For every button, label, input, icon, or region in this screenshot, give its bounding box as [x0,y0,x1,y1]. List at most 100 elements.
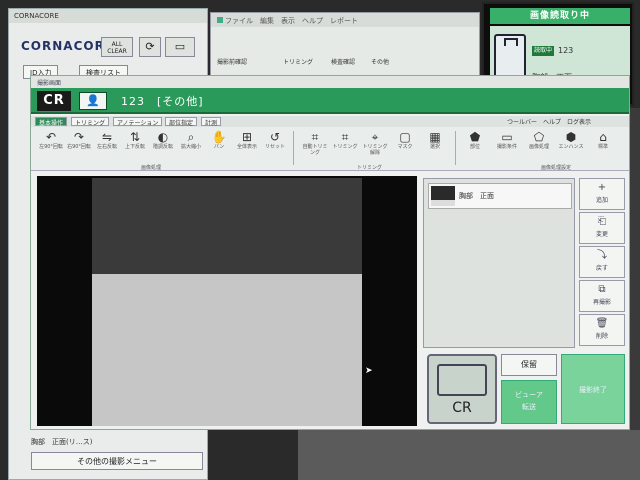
cassette-handle [504,38,518,46]
function-tabs: 基本操作 トリミング アノテーション 部位指定 計測 つールバー ヘルプ ログ表… [31,116,629,127]
tool-button[interactable]: ⊞ 全体表示 [233,130,261,166]
thumbnail-item[interactable]: 胸部 正面 [428,183,572,209]
bg-tab-2[interactable]: トリミング [283,57,313,67]
toolbar-separator [455,131,456,165]
patient-bar: CR 👤 123 [その他] [31,88,629,114]
patient-info-button[interactable]: 👤 [79,92,107,110]
hold-button[interactable]: 保留 [501,354,557,376]
viewer-transfer-button[interactable]: ビューア 転送 [501,380,557,424]
tool-button[interactable]: ⌗ 自動トリミング [301,130,329,166]
tool-button[interactable]: ↶ 左90°回転 [37,130,65,166]
add-label: 追加 [595,197,608,204]
tool-icon: ⌂ [599,130,607,144]
tool-label: 標準 [597,144,608,150]
change-label: 変更 [595,231,608,238]
tool-button[interactable]: ▭ 撮影条件 [493,130,521,166]
tool-button[interactable]: ▦ 選択 [421,130,449,166]
capture-window-title: 撮影画面 [31,76,629,88]
other-exam-menu-button[interactable]: その他の撮影メニュー [31,452,203,470]
tool-button[interactable]: ⇅ 上下反転 [121,130,149,166]
undo-button[interactable]: ⤵ 戻す [579,246,625,278]
device-icon: ▭ [174,40,186,53]
tool-icon: ⌗ [341,130,349,144]
tab-basic[interactable]: 基本操作 [35,117,68,127]
trash-icon: 🗑 [595,318,609,329]
change-button[interactable]: ⎗ 変更 [579,212,625,244]
tool-icon: ⌖ [371,130,379,144]
tool-icon: ↶ [45,130,57,144]
tab-measure[interactable]: 計測 [201,117,222,127]
reading-status-badge: 読取中 [532,46,554,56]
background-gray-strip [298,430,640,480]
device-button[interactable]: ▭ [165,37,195,57]
bg-tab-3[interactable]: 検査確認 [331,57,355,67]
tool-button[interactable]: ⬢ エンハンス [557,130,585,166]
tool-label: 左90°回転 [39,144,63,150]
thumbnail-label: 胸部 正面 [459,192,494,200]
delete-button[interactable]: 🗑 削除 [579,314,625,346]
background-right-menu-text: ファイル 編集 表示 ヘルプ レポート [225,17,358,25]
tool-label: リセット [264,144,285,150]
tool-button[interactable]: ▢ マスク [391,130,419,166]
tool-button[interactable]: ◐ 階調反転 [149,130,177,166]
tool-icon: ⬟ [469,130,481,144]
thumbnail-list: 胸部 正面 [423,178,575,348]
tab-part[interactable]: 部位指定 [165,117,198,127]
tool-label: 自動トリミング [302,144,328,156]
tool-button[interactable]: ⬟ 部位 [461,130,489,166]
patient-icon: 👤 [86,94,100,107]
refresh-button[interactable]: ⟳ [139,37,161,57]
end-exam-button[interactable]: 撮影終了 [561,354,625,424]
tool-icon: ⇋ [101,130,113,144]
image-viewer[interactable]: ➤ [37,176,417,426]
retake-label: 再撮影 [592,299,611,306]
tool-button[interactable]: ↷ 右90°回転 [65,130,93,166]
tool-icon: ⌕ [187,130,195,144]
tool-label: 全体表示 [236,144,257,150]
cr-modality-logo: CR [37,91,71,111]
thumbnail-image [431,186,455,206]
tool-button[interactable]: ⇋ 左右反転 [93,130,121,166]
undo-icon: ⤵ [597,250,607,261]
change-icon: ⎗ [598,216,606,227]
bg-tab-1[interactable]: 撮影前確認 [217,57,247,67]
xray-dark-region [92,178,362,274]
tool-icon: ↷ [73,130,85,144]
tool-label: 上下反転 [124,144,145,150]
tab-annotation[interactable]: アノテーション [113,117,163,127]
tool-button[interactable]: ⌕ 拡大縮小 [177,130,205,166]
delete-label: 削除 [595,333,608,340]
tool-label: マスク [397,144,413,150]
tool-button[interactable]: ⬠ 画像処理 [525,130,553,166]
tab-trimming[interactable]: トリミング [71,117,110,127]
tool-label: パン [213,144,225,150]
background-window-title: CORNACORE [9,9,207,23]
reading-title: 画像読取り中 [490,8,630,24]
cr-button-label: CR [452,400,472,416]
tool-label: 右90°回転 [67,144,91,150]
tool-icon: ⇅ [129,130,141,144]
tool-icon: ▭ [501,130,513,144]
tool-label: トリミング解除 [362,144,388,156]
tool-button[interactable]: ⌖ トリミング解除 [361,130,389,166]
bg-tab-4[interactable]: その他 [371,57,389,67]
tool-button[interactable]: ⌂ 標準 [589,130,617,166]
side-buttons: + 追加 ⎗ 変更 ⤵ 戻す ⧉ 再撮影 🗑 削除 [579,178,625,348]
tool-button[interactable]: ✋ パン [205,130,233,166]
menu-dot-icon [217,17,223,23]
tool-label: 左右反転 [96,144,117,150]
cr-cassette-button[interactable]: CR [427,354,497,424]
retake-button[interactable]: ⧉ 再撮影 [579,280,625,312]
tool-label: 階調反転 [152,144,173,150]
tool-icon: ◐ [157,130,169,144]
top-right-tools[interactable]: つールバー ヘルプ ログ表示 [507,117,591,126]
tool-button[interactable]: ⌗ トリミング [331,130,359,166]
tool-icon: ▢ [399,130,411,144]
undo-label: 戻す [595,265,608,272]
all-clear-button[interactable]: ALL CLEAR [101,37,133,57]
add-button[interactable]: + 追加 [579,178,625,210]
xray-image[interactable] [92,178,362,426]
toolbar-separator [293,131,294,165]
patient-line: 123 [その他] [121,95,204,108]
tool-button[interactable]: ↺ リセット [261,130,289,166]
